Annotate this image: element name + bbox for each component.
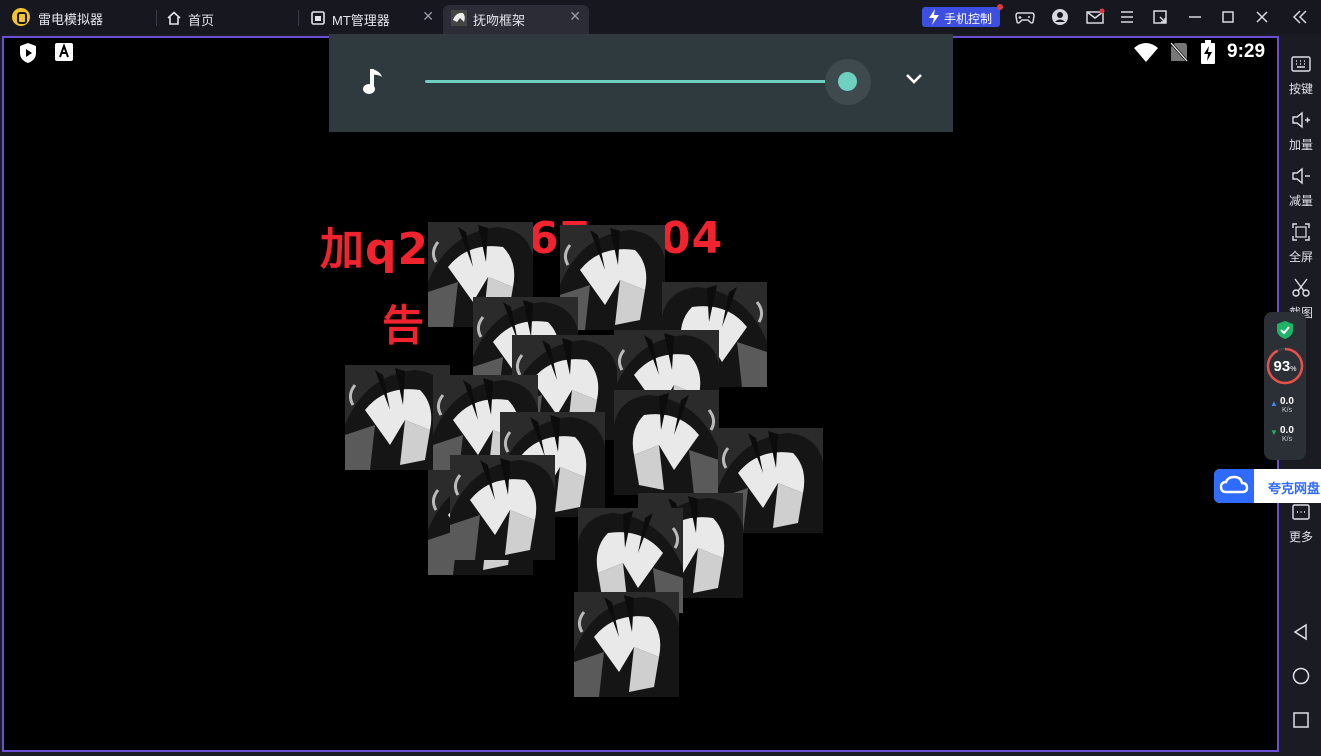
sidebar-item-volume-down[interactable]: 减量: [1281, 160, 1321, 212]
recents-icon[interactable]: [1291, 710, 1311, 730]
tab-separator: [156, 10, 157, 26]
title-bar: 雷电模拟器 首页 MT管理器 ✕ 抚吻框架 ✕ 手机控制: [0, 0, 1321, 34]
performance-widget[interactable]: 93% ▲ 0.0 K/s ▼ 0.0 K/s: [1264, 312, 1306, 460]
sidebar-item-label: 全屏: [1288, 250, 1313, 264]
overlay-red-text-line2: 告: [382, 301, 426, 350]
collapse-sidebar-icon[interactable]: [1290, 7, 1310, 27]
sidebar-item-label: 加量: [1288, 138, 1313, 152]
mail-icon[interactable]: [1085, 7, 1105, 27]
tab-active-app-label: 抚吻框架: [473, 13, 526, 28]
user-icon[interactable]: [1050, 7, 1070, 27]
lightning-icon: [929, 9, 939, 25]
status-clock: 9:29: [1227, 41, 1266, 62]
volume-down-icon: [1292, 167, 1310, 185]
menu-icon[interactable]: [1117, 7, 1137, 27]
more-icon: [1292, 504, 1310, 520]
home-circle-icon[interactable]: [1291, 666, 1311, 686]
music-note-icon: [363, 69, 382, 94]
volume-up-icon: [1292, 111, 1310, 129]
back-icon[interactable]: [1291, 622, 1311, 642]
performance-value: 93%: [1273, 358, 1297, 375]
tab-home[interactable]: 首页: [158, 5, 298, 34]
overlay-red-text-line1: 加q2: [320, 224, 430, 275]
media-volume-thumb[interactable]: [838, 72, 857, 91]
shield-play-icon: [20, 43, 36, 63]
sidebar-item-label: 减量: [1288, 194, 1313, 208]
cloud-icon: [1214, 469, 1254, 503]
maximize-icon[interactable]: [1218, 7, 1238, 27]
minimize-icon[interactable]: [1185, 7, 1205, 27]
battery-charging-icon: [1201, 40, 1215, 64]
media-volume-slider[interactable]: [425, 80, 857, 83]
scissors-icon: [1292, 278, 1310, 297]
close-icon[interactable]: [1252, 7, 1272, 27]
tab-mt-manager[interactable]: MT管理器 ✕: [302, 5, 442, 34]
face-image-tile: [574, 592, 679, 697]
tab-home-label: 首页: [188, 13, 215, 28]
app-title: 雷电模拟器: [38, 12, 104, 27]
keyboard-icon: [1291, 56, 1311, 72]
fullscreen-icon: [1292, 223, 1310, 241]
quark-drive-button[interactable]: 夸克网盘: [1214, 469, 1321, 503]
sidebar-item-keymap[interactable]: 按键: [1281, 48, 1321, 100]
tab-mt-manager-label: MT管理器: [332, 13, 390, 28]
tab-active-app[interactable]: 抚吻框架 ✕: [443, 5, 589, 34]
sidebar-item-volume-up[interactable]: 加量: [1281, 104, 1321, 156]
no-sim-icon: [1170, 42, 1188, 62]
face-image-tile: [614, 390, 719, 495]
security-shield-icon: [1277, 321, 1293, 339]
font-a-icon: [55, 43, 73, 61]
sidebar-item-label: 更多: [1288, 530, 1313, 544]
notification-dot: [997, 4, 1003, 10]
tab-close-icon[interactable]: ✕: [569, 8, 581, 25]
app-window-icon: [311, 11, 325, 25]
app-thumbnail-icon: [451, 10, 467, 26]
sidebar-item-fullscreen[interactable]: 全屏: [1281, 216, 1321, 268]
chevron-down-icon[interactable]: [904, 72, 924, 86]
gamepad-icon[interactable]: [1015, 7, 1035, 27]
phone-control-button[interactable]: 手机控制: [922, 4, 1003, 27]
wifi-icon: [1134, 43, 1158, 62]
tab-separator: [298, 10, 299, 26]
sidebar-item-more[interactable]: 更多: [1281, 496, 1321, 548]
face-image-tile: [450, 455, 555, 560]
popout-icon[interactable]: [1150, 7, 1170, 27]
quark-drive-label: 夸克网盘: [1268, 481, 1321, 496]
phone-control-label: 手机控制: [944, 12, 993, 26]
overlay-red-text-line1-part3: 04: [660, 213, 724, 264]
home-icon: [167, 11, 181, 25]
tab-close-icon[interactable]: ✕: [422, 8, 434, 25]
media-volume-panel: [329, 34, 953, 132]
sidebar-item-label: 按键: [1288, 82, 1313, 96]
app-logo-icon: [12, 8, 30, 26]
